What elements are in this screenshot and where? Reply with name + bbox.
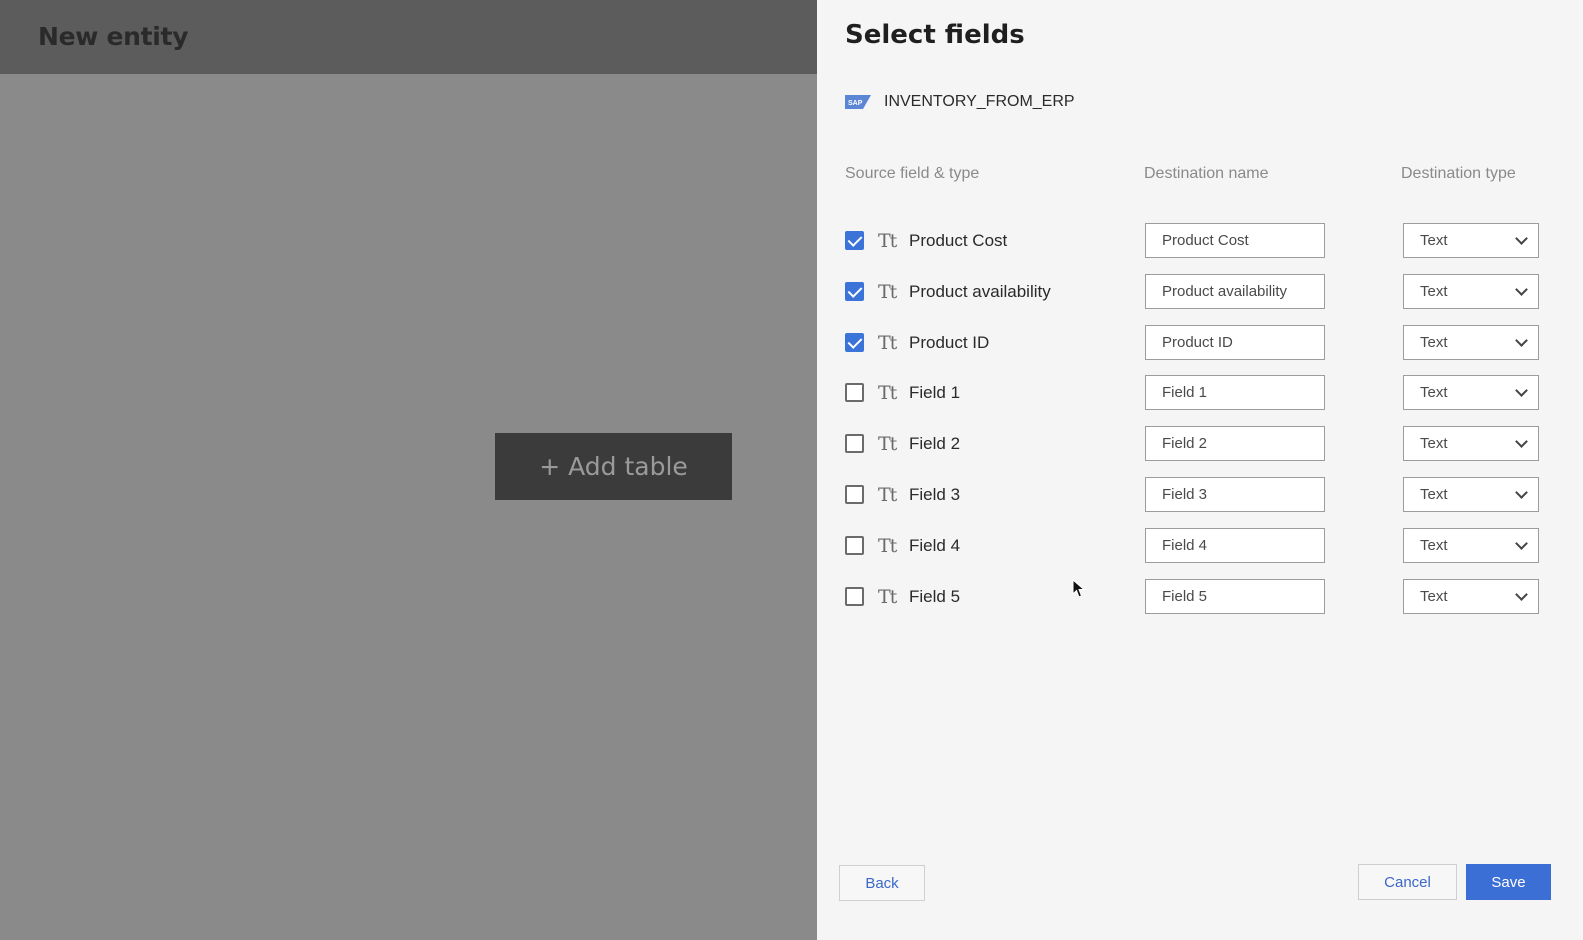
source-field-name: Field 4	[909, 535, 961, 555]
destination-name-input[interactable]	[1145, 477, 1325, 512]
source-field-name: Field 3	[909, 485, 961, 504]
destination-type-select[interactable]: Text	[1403, 477, 1539, 512]
destination-name-input[interactable]	[1145, 223, 1325, 258]
destination-type-value: Text	[1420, 486, 1448, 503]
destination-type-value: Text	[1420, 435, 1448, 453]
field-checkbox[interactable]	[845, 586, 864, 606]
chevron-down-icon	[1515, 587, 1528, 601]
destination-type-value: Text	[1420, 333, 1448, 351]
source-table: SAP INVENTORY_FROM_ERP	[845, 93, 1075, 111]
app-header: New entity	[0, 0, 817, 74]
field-row: Tt Product ID Text	[817, 324, 1583, 361]
destination-type-select[interactable]: Text	[1403, 426, 1539, 462]
destination-type-select[interactable]: Text	[1403, 578, 1539, 614]
destination-type-value: Text	[1420, 587, 1448, 605]
field-checkbox[interactable]	[845, 434, 864, 454]
source-field-name: Field 2	[909, 434, 961, 454]
destination-type-select[interactable]: Text	[1403, 375, 1539, 411]
text-type-icon: Tt	[878, 433, 897, 456]
source-field-name: Product Cost	[909, 231, 1008, 250]
field-checkbox[interactable]	[845, 383, 864, 403]
destination-name-input[interactable]	[1145, 527, 1325, 563]
svg-text:SAP: SAP	[848, 100, 863, 107]
destination-type-select[interactable]: Text	[1403, 223, 1539, 258]
page-title: New entity	[38, 22, 189, 51]
cancel-button[interactable]: Cancel	[1358, 864, 1457, 900]
text-type-icon: Tt	[878, 331, 897, 354]
background-app: New entity + Add table	[0, 0, 817, 940]
select-fields-panel: Select fields SAP INVENTORY_FROM_ERP Sou…	[817, 0, 1583, 940]
field-row: Tt Field 5 Text	[817, 578, 1583, 615]
destination-type-value: Text	[1420, 384, 1448, 402]
destination-type-value: Text	[1420, 536, 1448, 554]
chevron-down-icon	[1515, 486, 1528, 499]
text-type-icon: Tt	[878, 382, 897, 405]
field-checkbox[interactable]	[845, 535, 864, 555]
chevron-down-icon	[1515, 435, 1528, 449]
destination-name-input[interactable]	[1145, 375, 1325, 411]
destination-type-select[interactable]: Text	[1403, 324, 1539, 360]
text-type-icon: Tt	[878, 280, 897, 303]
field-row: Tt Field 4 Text	[817, 527, 1583, 564]
sap-icon: SAP	[845, 95, 871, 109]
field-checkbox[interactable]	[845, 231, 864, 250]
text-type-icon: Tt	[878, 230, 897, 252]
panel-title: Select fields	[845, 20, 1025, 50]
column-header-destination-name: Destination name	[1144, 165, 1269, 182]
field-checkbox[interactable]	[845, 485, 864, 504]
field-row: Tt Field 2 Text	[817, 426, 1583, 462]
destination-name-input[interactable]	[1145, 578, 1325, 614]
add-table-button[interactable]: + Add table	[495, 433, 732, 500]
destination-name-input[interactable]	[1145, 324, 1325, 360]
destination-type-value: Text	[1420, 282, 1448, 300]
source-field-name: Field 5	[909, 586, 961, 606]
source-field-name: Product ID	[909, 332, 990, 352]
column-header-destination-type: Destination type	[1401, 165, 1516, 182]
text-type-icon: Tt	[878, 585, 897, 608]
chevron-down-icon	[1515, 333, 1528, 347]
source-field-name: Product availability	[909, 281, 1051, 301]
field-checkbox[interactable]	[845, 332, 864, 352]
destination-name-input[interactable]	[1145, 426, 1325, 462]
destination-type-value: Text	[1420, 232, 1448, 249]
chevron-down-icon	[1515, 232, 1528, 245]
field-row: Tt Product availability Text	[817, 273, 1583, 310]
source-field-name: Field 1	[909, 383, 961, 403]
destination-type-select[interactable]: Text	[1403, 527, 1539, 563]
field-checkbox[interactable]	[845, 281, 864, 301]
chevron-down-icon	[1515, 536, 1528, 550]
text-type-icon: Tt	[878, 534, 897, 557]
column-header-source: Source field & type	[845, 165, 980, 182]
field-row: Tt Product Cost Text	[817, 223, 1583, 259]
save-button[interactable]: Save	[1466, 864, 1551, 900]
chevron-down-icon	[1515, 384, 1528, 398]
source-name: INVENTORY_FROM_ERP	[884, 93, 1075, 110]
back-button[interactable]: Back	[839, 865, 925, 901]
field-row: Tt Field 3 Text	[817, 477, 1583, 513]
chevron-down-icon	[1515, 282, 1528, 296]
mouse-cursor-icon	[1072, 579, 1086, 598]
destination-type-select[interactable]: Text	[1403, 273, 1539, 309]
field-row: Tt Field 1 Text	[817, 375, 1583, 411]
text-type-icon: Tt	[878, 484, 897, 506]
destination-name-input[interactable]	[1145, 273, 1325, 309]
